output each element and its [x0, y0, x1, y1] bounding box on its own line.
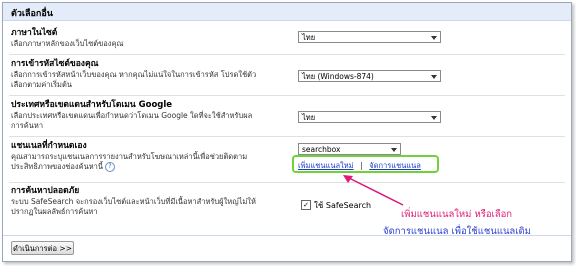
country-domain-select[interactable]: ไทย — [298, 111, 441, 123]
custom-channel-select[interactable]: searchbox — [298, 143, 401, 155]
site-encoding-desc-1: เลือกการเข้ารหัสหน้าเว็บของคุณ หากคุณไม่… — [11, 70, 257, 79]
divider — [9, 182, 565, 183]
footer-divider — [3, 235, 571, 236]
custom-channels-section: แชนเนลที่กำหนดเอง คุณสามารถระบุแชนเนลการ… — [11, 141, 559, 172]
site-encoding-title: การเข้ารหัสไซต์ของคุณ — [11, 59, 99, 69]
link-separator: | — [360, 161, 363, 170]
custom-channels-desc-2: ประสิทธิภาพของช่องค้นหานี้? — [11, 162, 559, 172]
chevron-down-icon — [431, 116, 437, 120]
site-encoding-select[interactable]: ไทย (Windows-874) — [298, 70, 441, 82]
custom-channel-value: searchbox — [302, 145, 341, 154]
site-encoding-desc-2: เลือกตามค่าเริ่มต้น — [11, 80, 72, 89]
country-domain-title: ประเทศหรือเขตแดนสำหรับโดเมน Google — [11, 100, 173, 110]
site-language-title: ภาษาในไซต์ — [11, 28, 58, 38]
country-domain-desc-2: การค้นหา — [11, 121, 44, 130]
site-language-select[interactable]: ไทย — [298, 31, 441, 43]
divider — [9, 95, 565, 96]
country-domain-value: ไทย — [302, 113, 316, 122]
manage-channels-link[interactable]: จัดการแชนแนล — [369, 161, 421, 170]
chevron-down-icon — [391, 148, 397, 152]
chevron-down-icon — [431, 36, 437, 40]
chevron-down-icon — [431, 75, 437, 79]
divider — [9, 54, 565, 55]
panel-title: ตัวเลือกอื่น — [11, 9, 53, 19]
annotation-arrow — [343, 175, 404, 206]
add-channel-link[interactable]: เพิ่มแชนแนลใหม่ — [298, 161, 354, 170]
panel-header: ตัวเลือกอื่น — [3, 3, 571, 21]
safesearch-title: การค้นหาปลอดภัย — [11, 186, 80, 196]
more-options-panel: ตัวเลือกอื่น ภาษาในไซต์ เลือกภาษาหลักของ… — [2, 2, 572, 262]
help-icon[interactable]: ? — [105, 162, 115, 172]
custom-channels-desc-2-text: ประสิทธิภาพของช่องค้นหานี้ — [11, 162, 103, 171]
country-domain-desc-1: เลือกประเทศหรือเขตแดนเพื่อกำหนดว่าโดเมน … — [11, 111, 253, 120]
custom-channels-title: แชนเนลที่กำหนดเอง — [11, 141, 87, 151]
safesearch-checkbox[interactable]: ✓ — [301, 200, 311, 210]
annotation-line-2: จัดการแชนแนล เพื่อใช้แชนแนลเดิม — [383, 226, 531, 237]
custom-channels-desc-1: คุณสามารถระบุแชนเนลการรายงานสำหรับโฆษณาเ… — [11, 152, 248, 161]
continue-button[interactable]: ดำเนินการต่อ >> — [11, 241, 74, 255]
site-language-desc: เลือกภาษาหลักของเว็บไซต์ของคุณ — [11, 39, 124, 48]
site-encoding-value: ไทย (Windows-874) — [302, 72, 374, 81]
site-language-value: ไทย — [302, 33, 316, 42]
site-language-section: ภาษาในไซต์ เลือกภาษาหลักของเว็บไซต์ของคุ… — [11, 28, 559, 49]
annotation-line-1: เพิ่มแชนแนลใหม่ หรือเลือก — [401, 209, 513, 220]
divider — [9, 136, 565, 137]
country-domain-section: ประเทศหรือเขตแดนสำหรับโดเมน Google เลือก… — [11, 100, 559, 131]
safesearch-desc-1: ระบบ SafeSearch จะกรองเว็บไซต์และหน้าเว็… — [11, 197, 256, 206]
site-encoding-section: การเข้ารหัสไซต์ของคุณ เลือกการเข้ารหัสหน… — [11, 59, 559, 90]
